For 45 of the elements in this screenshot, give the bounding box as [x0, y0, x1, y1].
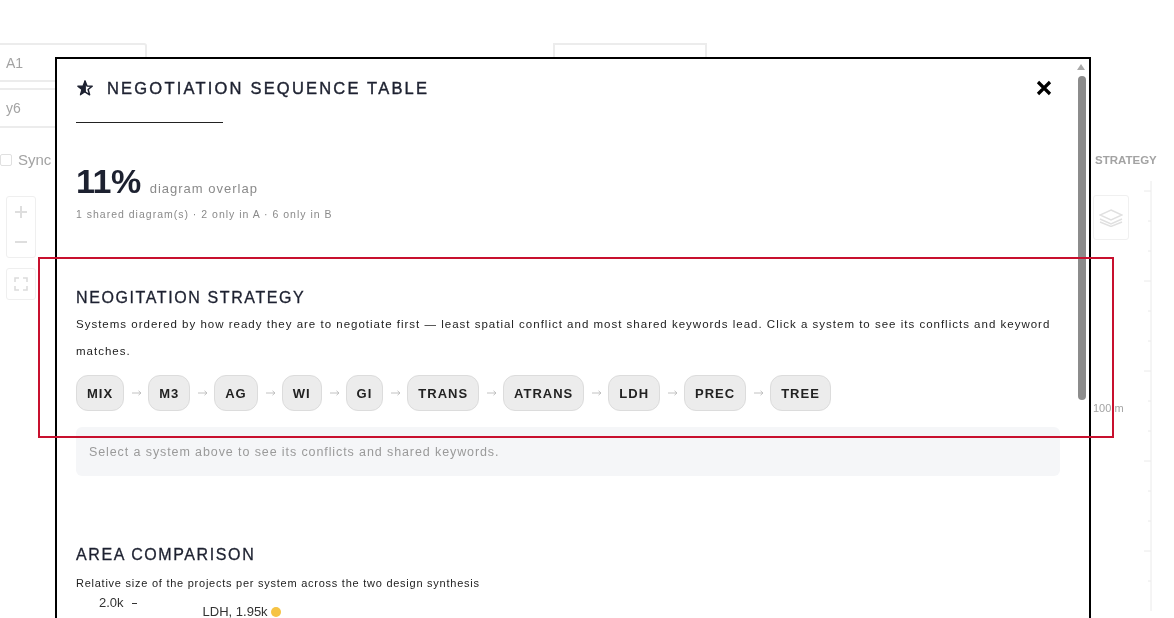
star-icon [77, 80, 93, 96]
system-chip[interactable]: AG [214, 375, 258, 411]
modal-title: NEGOTIATION SEQUENCE TABLE [107, 78, 430, 98]
arrow-icon [487, 390, 498, 396]
panel-heading: STRATEGY [1095, 153, 1158, 167]
arrow-icon [132, 390, 143, 396]
system-chip[interactable]: TREE [770, 375, 831, 411]
overlap-summary: 1 shared diagram(s) · 2 only in A · 6 only in B [76, 207, 334, 222]
overlap-percentage: 11% [76, 161, 141, 201]
system-chip[interactable]: MIX [76, 375, 125, 411]
data-label: LDH, 1.95k [202, 604, 268, 618]
system-chip[interactable]: WI [281, 375, 322, 411]
system-chip[interactable]: GI [345, 375, 384, 411]
system-chip[interactable]: PREC [684, 375, 747, 411]
arrow-icon [668, 390, 678, 396]
scale-label: 100 m [1093, 401, 1125, 415]
system-chip[interactable]: TRANS [407, 375, 480, 411]
layers-icon [1099, 208, 1123, 227]
scroll-up-icon[interactable] [1077, 64, 1085, 70]
minus-icon [15, 241, 27, 243]
overlap-label: diagram overlap [149, 181, 258, 196]
close-icon [1036, 80, 1052, 96]
fullscreen-button[interactable] [6, 268, 36, 300]
arrow-icon [754, 390, 765, 396]
arrow-icon [391, 390, 402, 396]
arrow-icon [329, 390, 340, 396]
arrow-icon [198, 390, 209, 396]
axis-tick-label: 2.0k [99, 595, 124, 611]
checkbox[interactable] [0, 154, 12, 166]
scrollbar-thumb[interactable] [1078, 76, 1086, 400]
hint-message: Select a system above to see its conflicts and shared keywords. [76, 427, 1060, 476]
layers-button[interactable] [1093, 195, 1129, 240]
arrow-icon [265, 390, 276, 396]
checkbox-label: Sync [18, 153, 52, 167]
system-chip[interactable]: M3 [148, 375, 191, 411]
section-heading: AREA COMPARISON [76, 545, 257, 565]
section-description: Systems ordered by how ready they are to negotiate first — least spatial conflict and most shared keywords lead. Click a system to see its conflicts and keyword matches. [76, 317, 1052, 359]
arrow-icon [592, 390, 603, 396]
plus-icon [15, 206, 27, 218]
section-description: Relative size of the projects per system across the two design synthesis [76, 576, 481, 591]
fullscreen-icon [14, 277, 28, 291]
section-heading: NEOGITATION STRATEGY [76, 288, 307, 308]
system-chip[interactable]: LDH [608, 375, 660, 411]
data-point [270, 607, 281, 617]
system-chip[interactable]: ATRANS [503, 375, 585, 411]
